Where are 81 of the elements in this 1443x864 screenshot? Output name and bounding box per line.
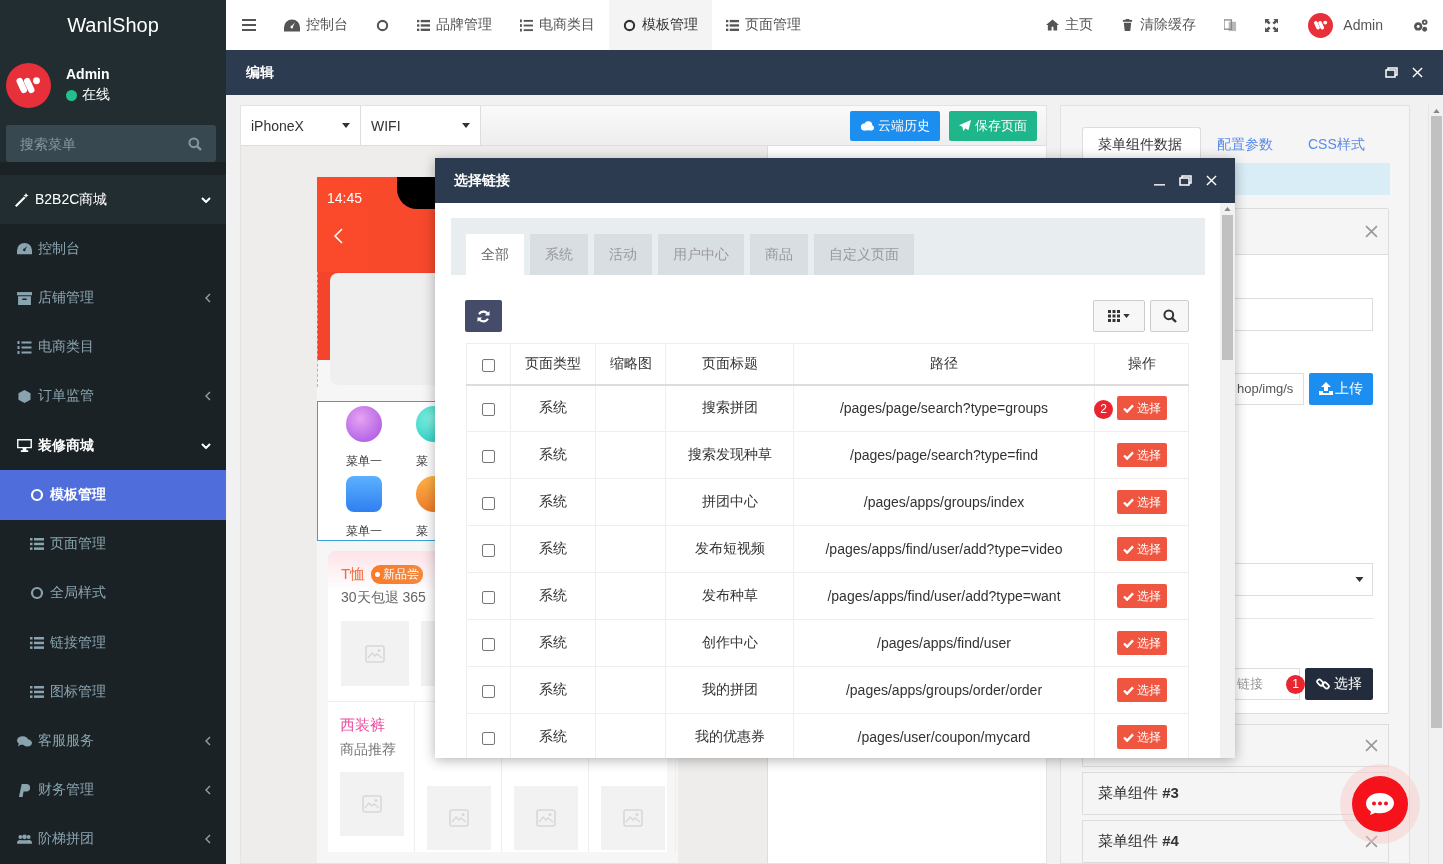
product-title: 西装裤 bbox=[340, 716, 386, 735]
dialog-title: 选择链接 bbox=[454, 171, 511, 190]
table-cell: 发布种草 bbox=[665, 572, 794, 620]
sidebar-item[interactable]: 链接管理 bbox=[0, 617, 226, 668]
sidebar-item[interactable]: 模板管理 bbox=[0, 470, 226, 520]
nav-link[interactable]: 清除缓存 bbox=[1107, 0, 1211, 50]
filter-tab[interactable]: 全部 bbox=[466, 234, 524, 275]
menu-item-label: 菜单一 bbox=[346, 453, 383, 470]
device-select[interactable]: iPhoneX bbox=[241, 106, 361, 145]
card-title: 菜单组件 #4 bbox=[1098, 832, 1180, 851]
product-title: T恤 bbox=[341, 565, 366, 584]
sidebar-item[interactable]: 图标管理 bbox=[0, 667, 226, 717]
table-cell: 系统 bbox=[510, 572, 596, 620]
table-cell: 我的拼团 bbox=[665, 666, 794, 714]
table-cell: /pages/apps/find/user/add?type=video bbox=[793, 525, 1095, 573]
table-cell: 系统 bbox=[510, 431, 596, 479]
column-header: 页面标题 bbox=[665, 343, 794, 385]
table-cell: 系统 bbox=[510, 384, 596, 432]
nav-tab[interactable]: 电商类目 bbox=[506, 0, 609, 50]
toolbar-button[interactable]: 云端历史 bbox=[850, 110, 940, 141]
table-cell: /pages/apps/find/user/add?type=want bbox=[793, 572, 1095, 620]
table-cell: 系统 bbox=[510, 666, 596, 714]
table-cell: 搜索发现种草 bbox=[665, 431, 794, 479]
sidebar-item[interactable]: 全局样式 bbox=[0, 568, 226, 618]
table-cell: 系统 bbox=[510, 478, 596, 526]
sidebar-item[interactable]: 阶梯拼团 bbox=[0, 814, 226, 864]
brand-name: WanlShop bbox=[67, 13, 159, 37]
select-button[interactable]: 选择 bbox=[1116, 490, 1167, 514]
table-cell: /pages/apps/find/user bbox=[793, 619, 1095, 667]
sidebar-item[interactable]: 控制台 bbox=[0, 224, 226, 274]
settings-tab[interactable]: 配置参数 bbox=[1201, 127, 1292, 163]
user-menu[interactable]: Admin bbox=[1292, 0, 1399, 50]
sidebar-item[interactable]: 客服服务 bbox=[0, 716, 226, 766]
nav-tab[interactable]: 模板管理 bbox=[609, 0, 712, 50]
product-subtitle: 商品推荐 bbox=[340, 741, 397, 759]
menu-item-label: 菜 bbox=[416, 523, 429, 540]
sidebar-item[interactable]: 财务管理 bbox=[0, 765, 226, 815]
table-cell: /pages/page/search?type=find bbox=[793, 431, 1095, 479]
sidebar-item[interactable]: 装修商城 bbox=[0, 421, 226, 471]
select-button[interactable]: 选择 bbox=[1116, 631, 1167, 655]
nav-tab[interactable]: 品牌管理 bbox=[403, 0, 506, 50]
upload-button[interactable]: 上传 bbox=[1309, 372, 1373, 405]
select-button[interactable]: 选择 bbox=[1116, 396, 1167, 421]
column-header: 操作 bbox=[1094, 343, 1189, 385]
table-cell: 创作中心 bbox=[665, 619, 794, 667]
table-cell: /pages/page/search?type=groups bbox=[793, 384, 1095, 432]
network-select[interactable]: WIFI bbox=[361, 106, 481, 145]
table-cell: /pages/apps/groups/order/order bbox=[793, 666, 1095, 714]
sidebar-item[interactable]: 电商类目 bbox=[0, 322, 226, 372]
sidebar-item[interactable]: 页面管理 bbox=[0, 519, 226, 569]
window-title: 编辑 bbox=[246, 63, 275, 82]
card-title: 菜单组件 #3 bbox=[1098, 783, 1180, 803]
table-cell: 搜索拼团 bbox=[665, 384, 794, 432]
nav-tab[interactable]: 控制台 bbox=[270, 0, 362, 50]
table-cell: /pages/apps/groups/index bbox=[793, 478, 1095, 526]
select-link-button[interactable]: 选择 bbox=[1305, 667, 1373, 700]
select-button[interactable]: 选择 bbox=[1116, 584, 1167, 608]
select-button[interactable]: 选择 bbox=[1116, 443, 1167, 467]
product-subtitle: 30天包退 365 bbox=[341, 589, 426, 607]
sidebar-item[interactable]: 店铺管理 bbox=[0, 273, 226, 323]
select-button[interactable]: 选择 bbox=[1116, 678, 1167, 702]
nav-link[interactable]: 主页 bbox=[1032, 0, 1108, 50]
select-button[interactable]: 选择 bbox=[1116, 725, 1167, 749]
sidebar-item[interactable]: 订单监管 bbox=[0, 371, 226, 422]
sidebar-group[interactable]: B2B2C商城 bbox=[0, 175, 226, 225]
menu-item-label: 菜单一 bbox=[346, 523, 383, 540]
nav-tab[interactable]: 页面管理 bbox=[712, 0, 815, 50]
user-name: Admin bbox=[66, 66, 110, 82]
step-badge: 2 bbox=[1094, 399, 1113, 419]
table-cell: 系统 bbox=[510, 525, 596, 573]
product-tag: 新品尝 bbox=[371, 565, 424, 584]
column-header: 页面类型 bbox=[510, 343, 596, 385]
table-cell: 系统 bbox=[510, 619, 596, 667]
user-status: 在线 bbox=[82, 86, 110, 104]
select-button[interactable]: 选择 bbox=[1116, 537, 1167, 561]
table-cell: 拼团中心 bbox=[665, 478, 794, 526]
table-cell: 发布短视频 bbox=[665, 525, 794, 573]
menu-item-label: 菜 bbox=[416, 453, 429, 470]
status-time: 14:45 bbox=[327, 190, 364, 206]
column-header: 缩略图 bbox=[595, 343, 666, 385]
column-header: 路径 bbox=[793, 343, 1095, 385]
